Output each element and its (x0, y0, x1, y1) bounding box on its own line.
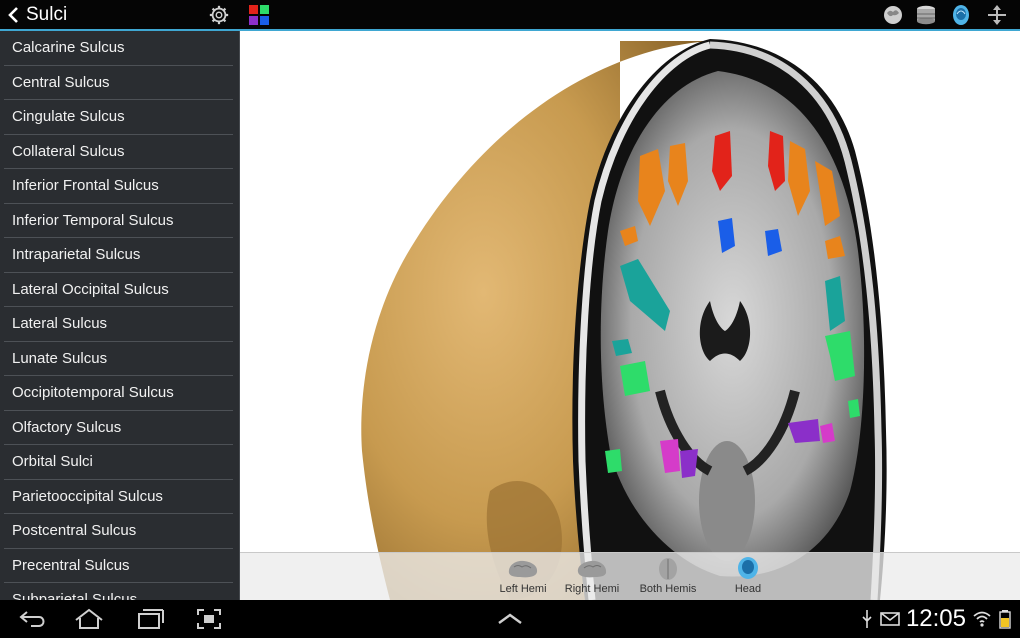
gear-icon[interactable] (207, 4, 231, 26)
home-nav-icon[interactable] (73, 608, 105, 630)
both-hemis-button[interactable]: Both Hemis (633, 557, 703, 599)
left-hemisphere-icon (508, 560, 538, 578)
recent-apps-icon[interactable] (133, 608, 165, 630)
right-hemisphere-icon (577, 560, 607, 578)
clock: 12:05 (905, 605, 966, 632)
list-item[interactable]: Intraparietal Sulcus (4, 238, 233, 273)
brainstem (699, 441, 755, 561)
dock-label: Left Hemi (499, 583, 547, 595)
page-title: Sulci (26, 4, 68, 25)
list-item-label: Cingulate Sulcus (12, 108, 125, 126)
battery-icon (999, 610, 1011, 629)
left-hemi-button[interactable]: Left Hemi (488, 557, 558, 599)
sulci-list: Calcarine Sulcus Central Sulcus Cingulat… (0, 31, 240, 600)
dock-label: Both Hemis (639, 583, 697, 595)
list-item-label: Central Sulcus (12, 73, 110, 91)
list-item[interactable]: Subparietal Sulcus (4, 583, 233, 600)
list-item[interactable]: Orbital Sulci (4, 445, 233, 480)
back-nav-icon[interactable] (17, 608, 49, 630)
list-item[interactable]: Inferior Temporal Sulcus (4, 204, 233, 238)
head-icon (738, 557, 758, 579)
chevron-left-icon (8, 7, 18, 23)
list-item-label: Orbital Sulci (12, 453, 93, 471)
mri-head-icon[interactable] (949, 4, 973, 26)
list-item[interactable]: Cingulate Sulcus (4, 100, 233, 135)
list-item-label: Calcarine Sulcus (12, 39, 125, 57)
list-item[interactable]: Occipitotemporal Sulcus (4, 376, 233, 411)
list-item-label: Lateral Sulcus (12, 315, 108, 333)
slices-icon[interactable] (914, 4, 938, 26)
list-item-label: Parietooccipital Sulcus (12, 487, 163, 505)
action-bar: Sulci (0, 0, 1020, 31)
list-item[interactable]: Lateral Sulcus (4, 307, 233, 342)
3d-viewer[interactable]: Left Hemi Right Hemi Both Hemis Head (240, 31, 1020, 600)
list-item-label: Postcentral Sulcus (12, 522, 137, 540)
list-item[interactable]: Precentral Sulcus (4, 549, 233, 583)
usb-icon (862, 610, 872, 628)
list-item[interactable]: Inferior Frontal Sulcus (4, 169, 233, 204)
list-item-label: Collateral Sulcus (12, 142, 125, 160)
head-button[interactable]: Head (713, 557, 783, 599)
list-item-label: Olfactory Sulcus (12, 418, 122, 436)
list-item[interactable]: Central Sulcus (4, 66, 233, 100)
list-item-label: Inferior Temporal Sulcus (12, 211, 174, 229)
list-item-label: Lunate Sulcus (12, 349, 108, 367)
back-button[interactable]: Sulci (6, 2, 67, 28)
chevron-up-icon[interactable] (494, 608, 526, 630)
list-item-label: Intraparietal Sulcus (12, 246, 141, 264)
list-item[interactable]: Postcentral Sulcus (4, 514, 233, 549)
dock-label: Head (734, 583, 762, 595)
wifi-icon (973, 611, 991, 627)
list-item-label: Precentral Sulcus (12, 556, 130, 574)
list-item[interactable]: Lunate Sulcus (4, 342, 233, 376)
list-item-label: Inferior Frontal Sulcus (12, 177, 159, 195)
list-item[interactable]: Lateral Occipital Sulcus (4, 273, 233, 307)
both-hemispheres-icon (659, 558, 677, 580)
list-item-label: Lateral Occipital Sulcus (12, 280, 169, 298)
screenshot-icon[interactable] (193, 608, 225, 630)
color-swatch (249, 16, 258, 25)
color-swatch (249, 5, 258, 14)
list-item[interactable]: Olfactory Sulcus (4, 411, 233, 445)
list-item-label: Occipitotemporal Sulcus (12, 384, 174, 402)
list-item[interactable]: Parietooccipital Sulcus (4, 480, 233, 514)
color-legend-button[interactable] (249, 5, 269, 25)
color-swatch (260, 5, 269, 14)
list-item[interactable]: Collateral Sulcus (4, 135, 233, 169)
list-item-label: Subparietal Sulcus (12, 591, 138, 600)
brain-scene (361, 39, 887, 600)
color-swatch (260, 16, 269, 25)
system-navigation-bar: 12:05 (0, 600, 1020, 638)
dock-label: Right Hemi (564, 583, 620, 595)
view-mode-dock: Left Hemi Right Hemi Both Hemis Head (240, 552, 1020, 600)
list-item[interactable]: Calcarine Sulcus (4, 31, 233, 66)
right-hemi-button[interactable]: Right Hemi (557, 557, 627, 599)
brain-head-view-icon[interactable] (881, 4, 905, 26)
status-area[interactable]: 12:05 (860, 604, 1012, 634)
move-icon[interactable] (985, 4, 1009, 26)
mail-icon (880, 612, 900, 626)
